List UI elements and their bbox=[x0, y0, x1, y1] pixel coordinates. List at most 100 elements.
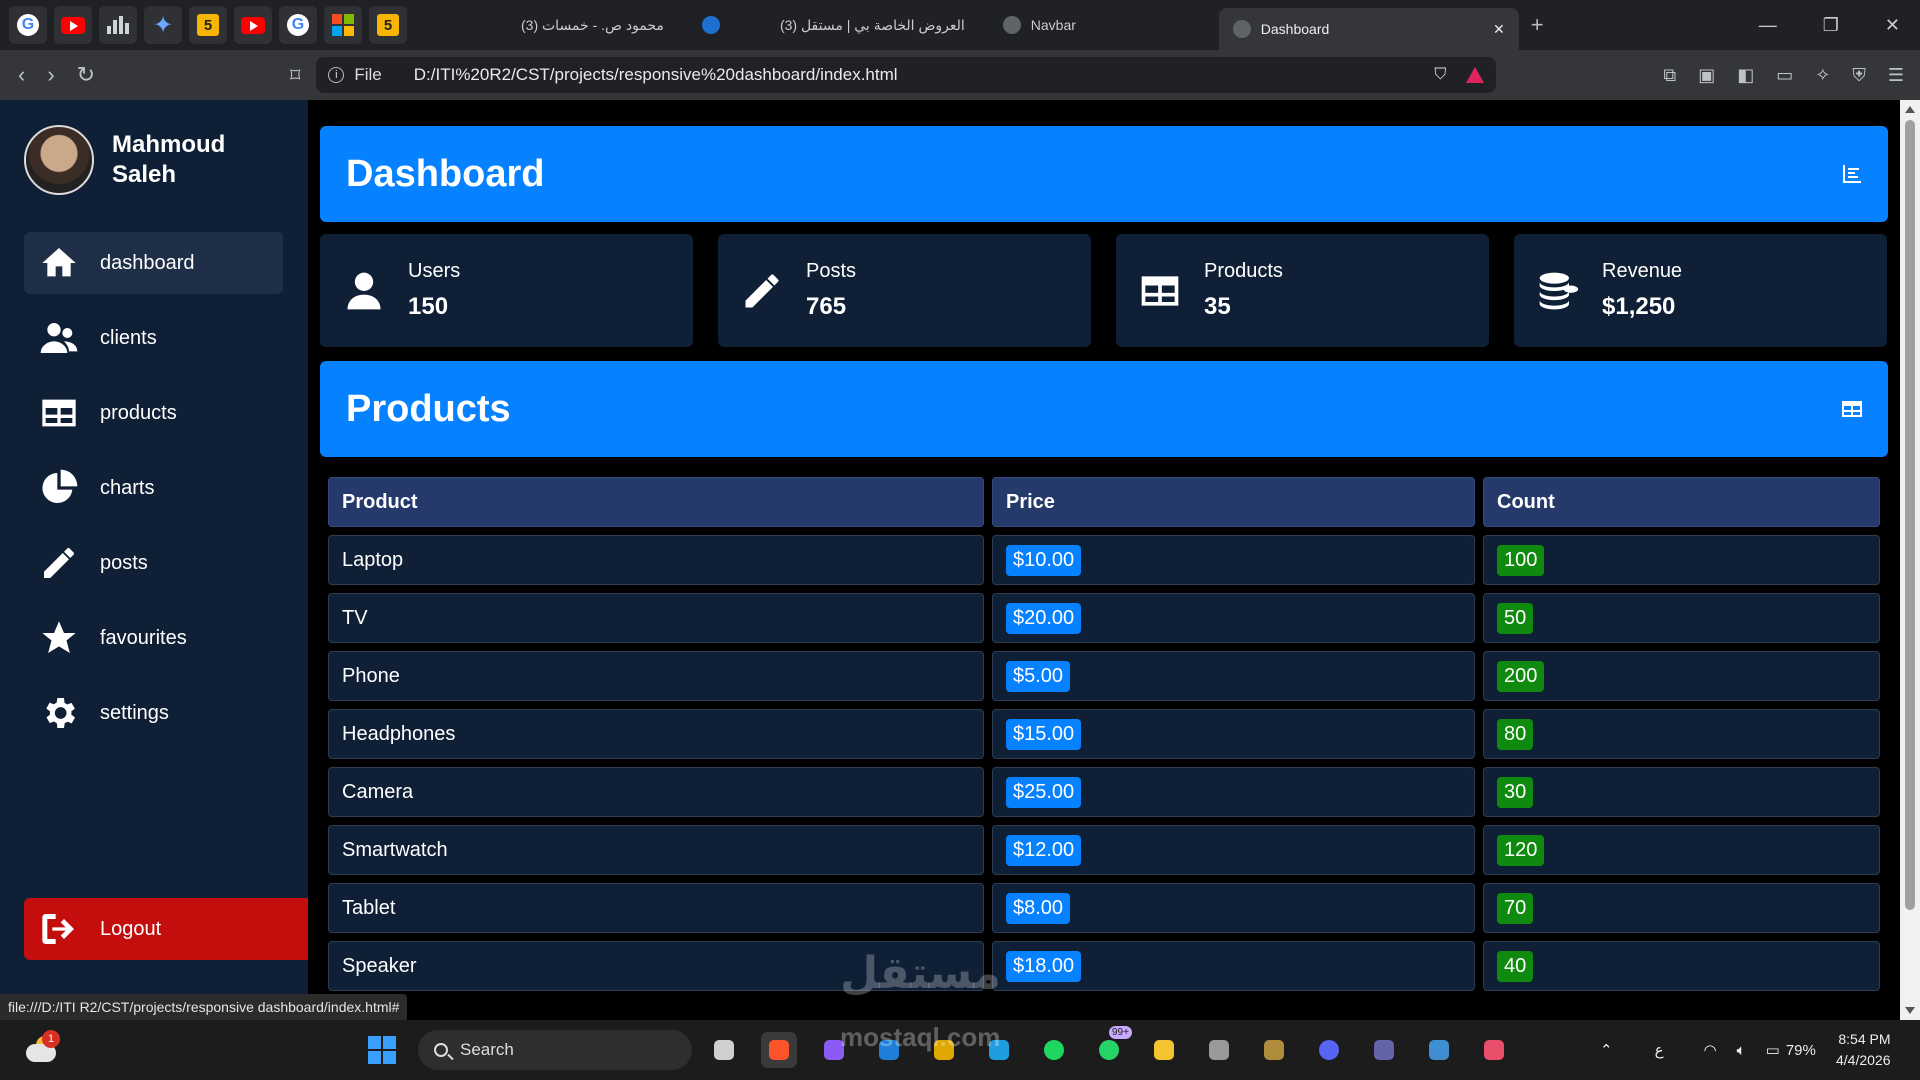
restore-icon[interactable]: ❐ bbox=[1823, 15, 1839, 36]
bar-chart-icon bbox=[1843, 165, 1861, 183]
tab-title: Dashboard bbox=[1260, 21, 1330, 37]
price-cell: $5.00 bbox=[992, 651, 1475, 701]
task-view-icon[interactable] bbox=[706, 1032, 742, 1068]
star-icon bbox=[42, 621, 76, 653]
user-name: Mahmoud Saleh bbox=[112, 130, 225, 190]
sidebar-toggle-icon[interactable]: ◧ bbox=[1737, 65, 1754, 86]
scroll-up-icon[interactable] bbox=[1905, 106, 1915, 113]
url-text[interactable]: D:/ITI%20R2/CST/projects/responsive%20da… bbox=[414, 65, 898, 85]
count-cell: 120 bbox=[1483, 825, 1880, 875]
discord-icon[interactable] bbox=[1311, 1032, 1347, 1068]
snipping-tool-icon[interactable] bbox=[1476, 1032, 1512, 1068]
extensions-icon[interactable]: ⧉ bbox=[1663, 65, 1676, 86]
sidebar-item-charts[interactable]: charts bbox=[24, 457, 283, 519]
stat-card-products: Products 35 bbox=[1116, 234, 1489, 347]
table-icon bbox=[1842, 401, 1862, 417]
price-cell: $10.00 bbox=[992, 535, 1475, 585]
brave-shield-icon[interactable]: ⛉ bbox=[1434, 66, 1446, 84]
leo-icon[interactable]: ✧ bbox=[1815, 65, 1830, 86]
table-row: Speaker $18.00 40 bbox=[328, 941, 1880, 991]
chevron-up-icon[interactable]: ⌃ bbox=[1600, 1041, 1613, 1059]
taskbar-clock[interactable]: 8:54 PM 4/4/2026 bbox=[1836, 1029, 1891, 1071]
url-scheme-label: File bbox=[354, 65, 382, 84]
users-icon bbox=[40, 323, 78, 353]
nav-buttons: ‹ › ↻ bbox=[0, 62, 95, 88]
price-badge: $18.00 bbox=[1006, 950, 1082, 982]
sidebar-item-dashboard[interactable]: dashboard bbox=[24, 232, 283, 294]
sidebar-item-posts[interactable]: posts bbox=[24, 532, 283, 594]
tab-title: Navbar bbox=[1030, 17, 1076, 33]
stat-label: Posts bbox=[806, 260, 857, 282]
pinned-tab-khamsat[interactable]: 5 bbox=[189, 6, 227, 44]
table-header-row: Product Price Count bbox=[328, 477, 1880, 527]
brave-browser-icon[interactable] bbox=[761, 1032, 797, 1068]
teams-icon[interactable] bbox=[1366, 1032, 1402, 1068]
wifi-icon[interactable]: ◠ bbox=[1704, 1041, 1717, 1059]
forward-icon[interactable]: › bbox=[47, 62, 54, 88]
taskbar-search[interactable]: Search bbox=[418, 1030, 692, 1070]
user-last-name: Saleh bbox=[112, 161, 177, 188]
count-badge: 40 bbox=[1497, 950, 1534, 982]
scrollbar-thumb[interactable] bbox=[1905, 120, 1915, 910]
product-name-cell: Camera bbox=[328, 767, 984, 817]
price-badge: $5.00 bbox=[1006, 660, 1071, 692]
sidebar-item-clients[interactable]: clients bbox=[24, 307, 283, 369]
sidebar: Mahmoud Saleh dashboard clients products… bbox=[0, 100, 308, 1020]
pinned-tab-google[interactable]: G bbox=[9, 6, 47, 44]
pinned-tab-youtube[interactable] bbox=[54, 6, 92, 44]
whatsapp-icon[interactable]: 99+ bbox=[1091, 1026, 1132, 1068]
close-window-icon[interactable]: ✕ bbox=[1885, 15, 1900, 36]
logout-button[interactable]: Logout bbox=[24, 898, 308, 960]
bookmark-icon[interactable]: ⌑ bbox=[290, 63, 300, 88]
pinned-tab-microsoft[interactable] bbox=[324, 6, 362, 44]
pinned-tab-gemini[interactable]: ✦ bbox=[144, 6, 182, 44]
vpn-icon[interactable]: ⛨ bbox=[1852, 65, 1866, 86]
globe-icon bbox=[1232, 20, 1251, 38]
count-cell: 50 bbox=[1483, 593, 1880, 643]
minimize-icon[interactable]: — bbox=[1759, 15, 1777, 36]
url-bar[interactable]: i File D:/ITI%20R2/CST/projects/responsi… bbox=[316, 57, 1497, 93]
info-icon[interactable]: i bbox=[328, 67, 345, 83]
notepad-icon[interactable] bbox=[1421, 1032, 1457, 1068]
search-icon bbox=[434, 1043, 448, 1057]
pinned-tab-analytics[interactable] bbox=[99, 6, 137, 44]
unity-icon[interactable] bbox=[1201, 1032, 1237, 1068]
product-name-cell: Smartwatch bbox=[328, 825, 984, 875]
sidebar-item-settings[interactable]: settings bbox=[24, 682, 283, 744]
scroll-down-icon[interactable] bbox=[1905, 1007, 1915, 1014]
tab-navbar[interactable]: Navbar bbox=[989, 5, 1219, 45]
tab-mostaql[interactable]: (3) العروض الخاصة بي | مستقل bbox=[688, 5, 979, 45]
price-badge: $10.00 bbox=[1006, 544, 1082, 576]
pinned-tab-khamsat-2[interactable]: 5 bbox=[369, 6, 407, 44]
table-icon bbox=[1141, 275, 1179, 306]
file-explorer-icon[interactable] bbox=[1146, 1032, 1182, 1068]
spotify-icon[interactable] bbox=[1036, 1032, 1072, 1068]
volume-icon[interactable]: 🔈︎ bbox=[1737, 1042, 1746, 1059]
reader-icon[interactable]: ▣ bbox=[1698, 65, 1715, 86]
pinned-tab-google-2[interactable]: G bbox=[279, 6, 317, 44]
pinned-tab-youtube-2[interactable] bbox=[234, 6, 272, 44]
sidebar-item-products[interactable]: products bbox=[24, 382, 283, 444]
youtube-icon bbox=[61, 16, 85, 34]
weather-widget[interactable]: 1 bbox=[22, 1030, 62, 1070]
tab-dashboard[interactable]: Dashboard ✕ bbox=[1218, 8, 1519, 50]
close-tab-icon[interactable]: ✕ bbox=[1493, 21, 1505, 38]
language-indicator[interactable]: ع bbox=[1655, 1041, 1664, 1059]
price-cell: $25.00 bbox=[992, 767, 1475, 817]
new-tab-icon[interactable]: + bbox=[1531, 12, 1544, 38]
sidebar-item-label: settings bbox=[100, 701, 169, 724]
wallet-icon[interactable]: ▭ bbox=[1776, 65, 1793, 86]
reload-icon[interactable]: ↻ bbox=[77, 62, 95, 88]
back-icon[interactable]: ‹ bbox=[18, 62, 25, 88]
brave-rewards-icon[interactable] bbox=[1466, 67, 1485, 83]
sparkle-icon: ✦ bbox=[152, 11, 174, 39]
tab-khamsat[interactable]: (3) محمود ص. - خمسات bbox=[507, 5, 678, 45]
stat-label: Revenue bbox=[1602, 260, 1683, 282]
count-badge: 80 bbox=[1497, 718, 1534, 750]
sidebar-item-favourites[interactable]: favourites bbox=[24, 607, 283, 669]
windows-start-icon[interactable] bbox=[368, 1036, 396, 1064]
menu-icon[interactable]: ☰ bbox=[1888, 65, 1904, 86]
page-scrollbar[interactable] bbox=[1900, 100, 1920, 1020]
battery-icon[interactable]: ▭ bbox=[1766, 1041, 1780, 1059]
league-icon[interactable] bbox=[1256, 1032, 1292, 1068]
